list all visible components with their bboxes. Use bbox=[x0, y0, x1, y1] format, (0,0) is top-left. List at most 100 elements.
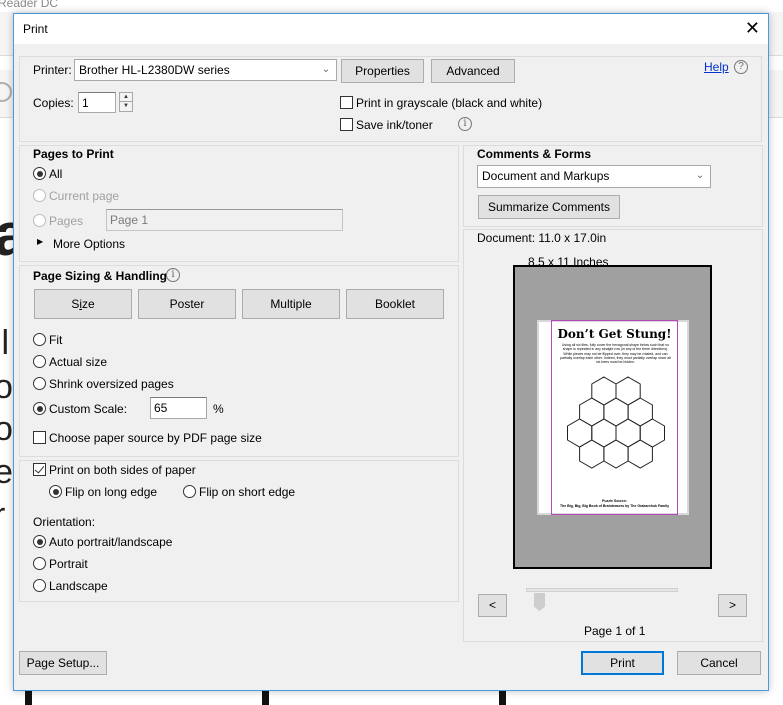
title-bar: Print ✕ bbox=[14, 14, 768, 44]
radio-custom-scale[interactable] bbox=[33, 402, 46, 415]
tab-poster[interactable]: Poster bbox=[138, 289, 236, 319]
flip-long-label: Flip on long edge bbox=[65, 485, 158, 499]
save-ink-checkbox[interactable] bbox=[340, 118, 353, 131]
paper-source-checkbox[interactable] bbox=[33, 431, 46, 444]
help-link[interactable]: Help bbox=[704, 60, 729, 74]
info-icon[interactable]: i bbox=[458, 117, 472, 131]
cancel-button[interactable]: Cancel bbox=[677, 651, 761, 675]
pages-to-print-heading: Pages to Print bbox=[33, 147, 114, 161]
background-rule bbox=[25, 690, 32, 705]
copies-label: Copies: bbox=[33, 96, 74, 110]
printer-label: Printer: bbox=[33, 63, 72, 77]
preview-page-title: Don’t Get Stung! bbox=[557, 327, 672, 341]
tab-multiple[interactable]: Multiple bbox=[242, 289, 340, 319]
background-rule bbox=[499, 690, 506, 705]
background-text: o bbox=[0, 368, 13, 406]
page-setup-button[interactable]: Page Setup... bbox=[19, 651, 107, 675]
radio-all[interactable] bbox=[33, 167, 46, 180]
hexagon-cell bbox=[567, 418, 593, 448]
hexagon-cell bbox=[627, 439, 653, 469]
preview-page: Don’t Get Stung! Using all six tiles, fu… bbox=[537, 320, 689, 515]
radio-actual-size[interactable] bbox=[33, 355, 46, 368]
paper-source-label: Choose paper source by PDF page size bbox=[49, 431, 262, 445]
background-text: r bbox=[0, 498, 5, 532]
preview-page-body: Using all six tiles, fully cover the hex… bbox=[560, 343, 671, 365]
preview-page-footer: Puzzle Source: The Big, Big, Big Book of… bbox=[552, 499, 677, 508]
radio-portrait[interactable] bbox=[33, 557, 46, 570]
printer-select[interactable]: Brother HL-L2380DW series ⌄ bbox=[74, 59, 337, 81]
custom-scale-input[interactable] bbox=[150, 397, 207, 419]
current-page-label: Current page bbox=[49, 189, 120, 203]
flip-short-label: Flip on short edge bbox=[199, 485, 296, 499]
tab-size[interactable]: Size bbox=[34, 289, 132, 319]
hexagon-cell bbox=[615, 376, 641, 406]
tab-booklet[interactable]: Booklet bbox=[346, 289, 444, 319]
radio-fit[interactable] bbox=[33, 333, 46, 346]
hexagon-cell bbox=[591, 418, 617, 448]
hexagon-cell bbox=[627, 397, 653, 427]
more-options-toggle[interactable]: More Options bbox=[53, 237, 125, 251]
radio-flip-short-edge[interactable] bbox=[183, 485, 196, 498]
comments-forms-select[interactable]: Document and Markups ⌄ bbox=[477, 165, 711, 188]
hexagon-cell bbox=[615, 418, 641, 448]
actual-size-label: Actual size bbox=[49, 355, 108, 369]
hexagon-cell bbox=[603, 439, 629, 469]
radio-flip-long-edge[interactable] bbox=[49, 485, 62, 498]
properties-button[interactable]: Properties bbox=[341, 59, 424, 83]
increment-icon[interactable]: ▲ bbox=[120, 93, 132, 102]
printer-value: Brother HL-L2380DW series bbox=[79, 63, 230, 77]
comments-forms-value: Document and Markups bbox=[482, 169, 610, 183]
puzzle-source-text: The Big, Big, Big Book of Brainteasers b… bbox=[559, 503, 670, 508]
decrement-icon[interactable]: ▼ bbox=[120, 102, 132, 111]
hexagon-cell bbox=[639, 418, 665, 448]
background-rule bbox=[262, 690, 269, 705]
percent-label: % bbox=[213, 402, 224, 416]
fit-label: Fit bbox=[49, 333, 63, 347]
background-text: o bbox=[0, 410, 13, 448]
grayscale-label: Print in grayscale (black and white) bbox=[356, 96, 543, 110]
auto-orientation-label: Auto portrait/landscape bbox=[49, 535, 173, 549]
page-slider-track[interactable] bbox=[526, 588, 678, 592]
close-icon[interactable]: ✕ bbox=[745, 18, 760, 38]
orientation-label: Orientation: bbox=[33, 515, 96, 529]
summarize-comments-button[interactable]: Summarize Comments bbox=[478, 195, 620, 219]
radio-landscape[interactable] bbox=[33, 579, 46, 592]
background-text: e bbox=[0, 453, 13, 491]
info-icon[interactable]: i bbox=[166, 268, 180, 282]
page-indicator: Page 1 of 1 bbox=[584, 624, 646, 638]
expand-icon[interactable]: ▶ bbox=[37, 237, 43, 246]
pages-range-input[interactable] bbox=[106, 209, 343, 231]
radio-auto-orientation[interactable] bbox=[33, 535, 46, 548]
copies-stepper[interactable]: ▲ ▼ bbox=[119, 92, 133, 112]
pages-label: Pages bbox=[49, 214, 84, 228]
hexagon-cell bbox=[603, 397, 629, 427]
save-ink-label: Save ink/toner bbox=[356, 118, 433, 132]
radio-pages[interactable] bbox=[33, 214, 46, 227]
hexagon-cell bbox=[591, 376, 617, 406]
dialog-title: Print bbox=[23, 22, 48, 36]
all-label: All bbox=[49, 167, 63, 181]
copies-input[interactable] bbox=[78, 92, 116, 113]
background-app-title: Reader DC bbox=[0, 0, 59, 10]
print-preview-sheet: Don’t Get Stung! Using all six tiles, fu… bbox=[513, 265, 712, 569]
background-text: il bbox=[0, 324, 10, 362]
radio-current-page[interactable] bbox=[33, 189, 46, 202]
help-icon[interactable]: ? bbox=[734, 60, 748, 74]
portrait-label: Portrait bbox=[49, 557, 88, 571]
radio-shrink-oversized[interactable] bbox=[33, 377, 46, 390]
hexagon-cell bbox=[579, 397, 605, 427]
previous-page-button[interactable]: < bbox=[478, 594, 507, 617]
grayscale-checkbox[interactable] bbox=[340, 96, 353, 109]
hexagon-cell bbox=[579, 439, 605, 469]
both-sides-label: Print on both sides of paper bbox=[49, 463, 196, 477]
chevron-down-icon: ⌄ bbox=[690, 166, 710, 187]
document-size: Document: 11.0 x 17.0in bbox=[477, 231, 607, 245]
advanced-button[interactable]: Advanced bbox=[431, 59, 515, 83]
next-page-button[interactable]: > bbox=[718, 594, 747, 617]
comments-forms-heading: Comments & Forms bbox=[477, 147, 592, 161]
both-sides-checkbox[interactable] bbox=[33, 463, 46, 476]
custom-scale-label: Custom Scale: bbox=[49, 402, 128, 416]
hexagon-grid bbox=[567, 376, 665, 469]
print-button[interactable]: Print bbox=[581, 651, 664, 675]
shrink-label: Shrink oversized pages bbox=[49, 377, 174, 391]
